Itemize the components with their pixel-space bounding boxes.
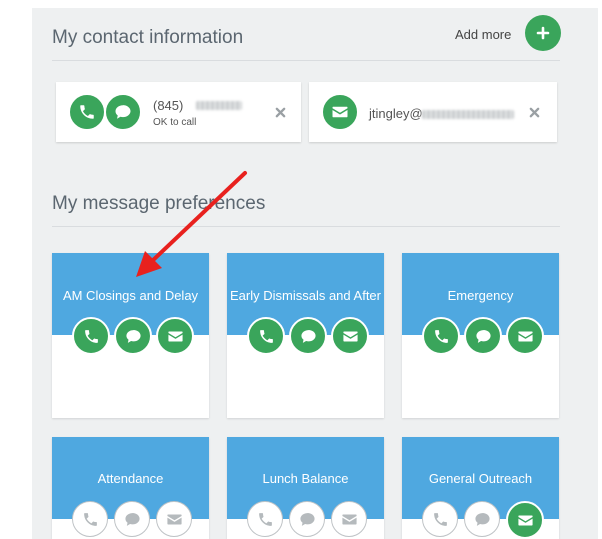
preference-card-label: Early Dismissals and After xyxy=(230,288,381,303)
preference-call-toggle[interactable] xyxy=(422,317,460,355)
phone-icon xyxy=(83,512,97,526)
call-enabled-button[interactable] xyxy=(68,93,106,131)
add-contact-button[interactable] xyxy=(525,15,561,51)
preferences-section-title: My message preferences xyxy=(52,193,266,214)
preference-email-toggle[interactable] xyxy=(156,501,192,537)
preference-email-toggle[interactable] xyxy=(331,501,367,537)
remove-email-button[interactable] xyxy=(529,105,540,122)
preference-card: Early Dismissals and After xyxy=(227,253,384,418)
envelope-icon xyxy=(517,515,533,525)
phone-icon xyxy=(84,329,98,343)
phone-number: (845) xyxy=(153,98,184,113)
chat-icon xyxy=(475,329,491,343)
close-icon xyxy=(529,107,540,118)
preferences-divider xyxy=(52,226,560,227)
preference-call-toggle[interactable] xyxy=(247,317,285,355)
preference-card: Attendance xyxy=(52,437,209,539)
phone-icon xyxy=(80,105,94,119)
contact-section-title: My contact information xyxy=(52,27,244,48)
contact-divider xyxy=(52,60,560,61)
chat-icon xyxy=(474,512,490,526)
preference-call-toggle[interactable] xyxy=(422,501,458,537)
preference-text-toggle[interactable] xyxy=(114,501,150,537)
email-contact-card: jtingley@ xyxy=(309,82,557,142)
preference-card: Lunch Balance xyxy=(227,437,384,539)
preference-text-toggle[interactable] xyxy=(464,501,500,537)
preference-card-label: Attendance xyxy=(97,471,164,486)
phone-icon xyxy=(259,329,273,343)
email-enabled-button[interactable] xyxy=(321,93,359,131)
preference-call-toggle[interactable] xyxy=(72,501,108,537)
text-enabled-button[interactable] xyxy=(104,93,142,131)
plus-icon xyxy=(536,26,550,40)
preference-call-toggle[interactable] xyxy=(72,317,110,355)
chat-icon xyxy=(115,105,131,119)
envelope-icon xyxy=(341,514,357,524)
phone-icon xyxy=(433,512,447,526)
chat-icon xyxy=(124,512,140,526)
phone-contact-card: (845) OK to call xyxy=(56,82,301,142)
preference-card: AM Closings and Delay xyxy=(52,253,209,418)
preference-card: General Outreach xyxy=(402,437,559,539)
envelope-icon xyxy=(332,106,348,118)
envelope-icon xyxy=(166,514,182,524)
preference-card: Emergency xyxy=(402,253,559,418)
preference-card-label: Emergency xyxy=(447,288,514,303)
preference-card-label: General Outreach xyxy=(428,471,533,486)
preference-text-toggle[interactable] xyxy=(289,317,327,355)
phone-icon xyxy=(434,329,448,343)
close-icon xyxy=(275,107,286,118)
chat-icon xyxy=(300,329,316,343)
preference-card-label: AM Closings and Delay xyxy=(62,288,199,303)
add-more-link[interactable]: Add more xyxy=(455,27,511,42)
preference-text-toggle[interactable] xyxy=(289,501,325,537)
phone-icon xyxy=(258,512,272,526)
envelope-icon xyxy=(517,331,533,341)
preference-email-toggle[interactable] xyxy=(156,317,194,355)
envelope-icon xyxy=(342,331,358,341)
preference-email-toggle[interactable] xyxy=(506,501,544,539)
email-address-redacted xyxy=(422,110,514,119)
preference-card-label: Lunch Balance xyxy=(262,471,349,486)
envelope-icon xyxy=(167,331,183,341)
email-address: jtingley@ xyxy=(369,106,423,121)
chat-icon xyxy=(299,512,315,526)
phone-number-redacted xyxy=(196,101,242,110)
preference-email-toggle[interactable] xyxy=(331,317,369,355)
chat-icon xyxy=(125,329,141,343)
preference-text-toggle[interactable] xyxy=(114,317,152,355)
phone-status: OK to call xyxy=(153,117,197,128)
preference-call-toggle[interactable] xyxy=(247,501,283,537)
remove-phone-button[interactable] xyxy=(275,105,286,122)
preference-email-toggle[interactable] xyxy=(506,317,544,355)
preference-text-toggle[interactable] xyxy=(464,317,502,355)
